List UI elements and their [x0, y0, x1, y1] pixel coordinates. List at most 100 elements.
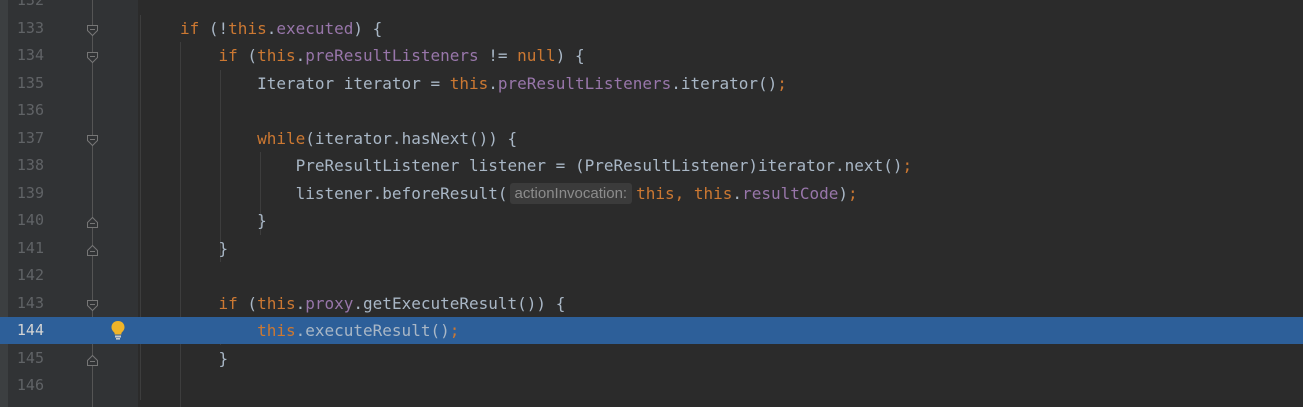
keyword-token: ; [449, 321, 460, 340]
code-token: . [266, 18, 277, 38]
code-text[interactable]: } [180, 207, 267, 234]
code-line[interactable]: 133 if (!this.executed) { [0, 15, 1303, 42]
keyword-token: this [219, 404, 258, 407]
keyword-token: this, [636, 183, 694, 203]
code-token: . [257, 404, 267, 407]
code-token: . [732, 183, 743, 203]
code-token: != [478, 46, 518, 65]
keyword-token: if [180, 18, 200, 38]
lightbulb-icon[interactable] [109, 319, 127, 341]
code-line-current[interactable]: 144 this.executeResult(); [0, 317, 1303, 344]
code-line[interactable]: 134 if (this.preResultListeners != null)… [0, 42, 1303, 69]
line-number[interactable]: 147 [8, 400, 44, 407]
fold-open-icon[interactable] [86, 297, 99, 311]
line-number[interactable]: 138 [8, 152, 44, 179]
code-line[interactable]: 135 Iterator iterator = this.preResultLi… [0, 70, 1303, 97]
line-number[interactable]: 139 [8, 180, 44, 207]
code-text[interactable]: if (this.proxy.getExecuteResult()) { [180, 290, 566, 317]
line-number[interactable]: 132 [8, 0, 44, 14]
code-text[interactable]: PreResultListener listener = (PreResultL… [180, 152, 913, 179]
code-line[interactable]: 145 } [0, 345, 1303, 372]
keyword-token: while [257, 128, 306, 148]
line-number[interactable]: 137 [8, 125, 44, 152]
code-token: ) [838, 183, 849, 203]
keyword-token: this [449, 73, 489, 93]
code-line[interactable]: 140 } [0, 207, 1303, 234]
field-token: preResultListeners [497, 73, 672, 93]
field-token: preResultListeners [305, 46, 479, 65]
fold-close-icon[interactable] [86, 242, 99, 256]
code-line[interactable]: 139 listener.beforeResult(actionInvocati… [0, 180, 1303, 207]
keyword-token: this [257, 293, 296, 313]
line-number[interactable]: 144 [8, 317, 44, 344]
code-token: } [180, 238, 229, 258]
code-token: Iterator iterator = [180, 73, 450, 93]
code-text[interactable]: listener.beforeResult(actionInvocation: t… [180, 180, 858, 207]
fold-open-icon[interactable] [86, 132, 99, 146]
code-token: } [180, 211, 267, 230]
code-token: } [180, 348, 229, 368]
line-number[interactable]: 141 [8, 235, 44, 262]
code-token: . [295, 46, 306, 65]
line-number[interactable]: 140 [8, 207, 44, 234]
code-line[interactable]: 132 [0, 0, 1303, 14]
line-number[interactable]: 135 [8, 70, 44, 97]
line-number[interactable]: 134 [8, 42, 44, 69]
keyword-token: ; [777, 73, 787, 93]
code-line[interactable]: 143 if (this.proxy.getExecuteResult()) { [0, 290, 1303, 317]
field-token: executed [267, 404, 344, 407]
code-text[interactable]: } [180, 235, 229, 262]
field-token: executed [276, 18, 354, 38]
code-line[interactable]: 137 while(iterator.hasNext()) { [0, 125, 1303, 152]
code-editor[interactable]: 132 133 if (!this.executed) {134 if (this.… [0, 0, 1303, 407]
code-token: .getExecuteResult()) { [353, 293, 566, 313]
code-token: = [344, 404, 373, 407]
line-number[interactable]: 133 [8, 15, 44, 42]
keyword-token: this [257, 321, 296, 340]
fold-close-icon[interactable] [86, 214, 99, 228]
code-text[interactable]: Iterator iterator = this.preResultListen… [180, 70, 787, 97]
line-number[interactable]: 146 [8, 372, 44, 399]
keyword-token: if [218, 293, 238, 313]
code-text[interactable]: while(iterator.hasNext()) { [180, 125, 517, 152]
code-line[interactable]: 147 this.executed = true; [0, 400, 1303, 407]
keyword-token: ; [411, 404, 421, 407]
code-line[interactable]: 138 PreResultListener listener = (PreRes… [0, 152, 1303, 179]
code-token: . [295, 293, 306, 313]
code-token: ( [237, 293, 258, 313]
code-text[interactable]: if (this.preResultListeners != null) { [180, 42, 585, 69]
code-line[interactable]: 146 [0, 372, 1303, 399]
code-text[interactable]: } [180, 345, 229, 372]
code-token: ) { [555, 46, 585, 65]
line-number[interactable]: 136 [8, 97, 44, 124]
field-token: resultCode [742, 183, 839, 203]
code-text[interactable]: this.executeResult(); [180, 317, 459, 344]
code-line[interactable]: 136 [0, 97, 1303, 124]
code-token: ( [237, 46, 258, 65]
fold-open-icon[interactable] [86, 22, 99, 36]
field-token: proxy [305, 293, 354, 313]
code-token: .iterator() [671, 73, 778, 93]
code-token: listener.beforeResult( [180, 183, 508, 203]
line-number[interactable]: 145 [8, 345, 44, 372]
code-token: ) { [353, 18, 383, 38]
code-text[interactable]: if (!this.executed) { [180, 15, 382, 42]
keyword-token: this [693, 183, 733, 203]
line-number[interactable]: 143 [8, 290, 44, 317]
fold-close-icon[interactable] [86, 352, 99, 366]
keyword-token: if [218, 46, 238, 65]
code-line[interactable]: 141 } [0, 235, 1303, 262]
parameter-hint: actionInvocation: [509, 182, 633, 204]
code-token: . [488, 73, 498, 93]
code-text[interactable]: this.executed = true; [180, 400, 421, 407]
keyword-token: ; [902, 156, 913, 175]
fold-open-icon[interactable] [86, 49, 99, 64]
keyword-token: this [257, 46, 296, 65]
line-number[interactable]: 142 [8, 262, 44, 289]
code-line[interactable]: 142 [0, 262, 1303, 289]
